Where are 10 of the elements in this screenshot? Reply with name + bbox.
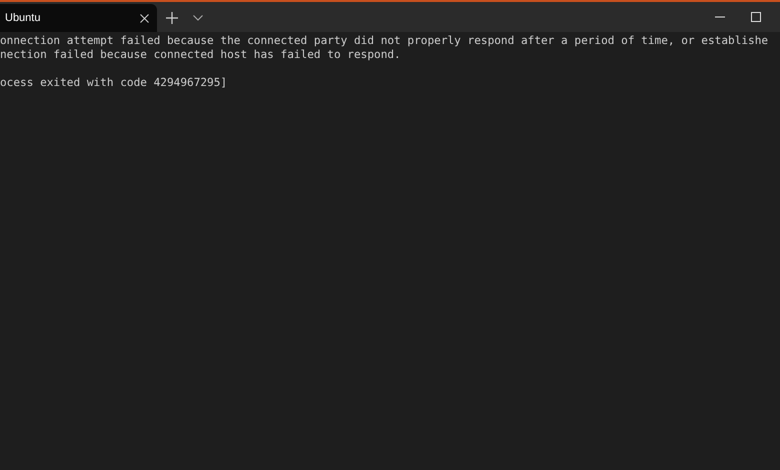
tab-title: Ubuntu <box>5 10 42 26</box>
plus-icon <box>166 12 178 24</box>
minimize-icon <box>715 16 725 18</box>
chevron-down-icon <box>193 15 203 21</box>
terminal-line: onnection attempt failed because the connected party did not properly respond after a period of time, or establishe <box>0 34 770 48</box>
terminal-line: ocess exited with code 4294967295] <box>0 76 228 90</box>
close-icon[interactable] <box>140 14 149 22</box>
terminal-tab[interactable]: Ubuntu <box>0 4 157 32</box>
maximize-icon <box>751 12 761 22</box>
terminal-line: nection failed because connected host has failed to respond. <box>0 48 402 62</box>
